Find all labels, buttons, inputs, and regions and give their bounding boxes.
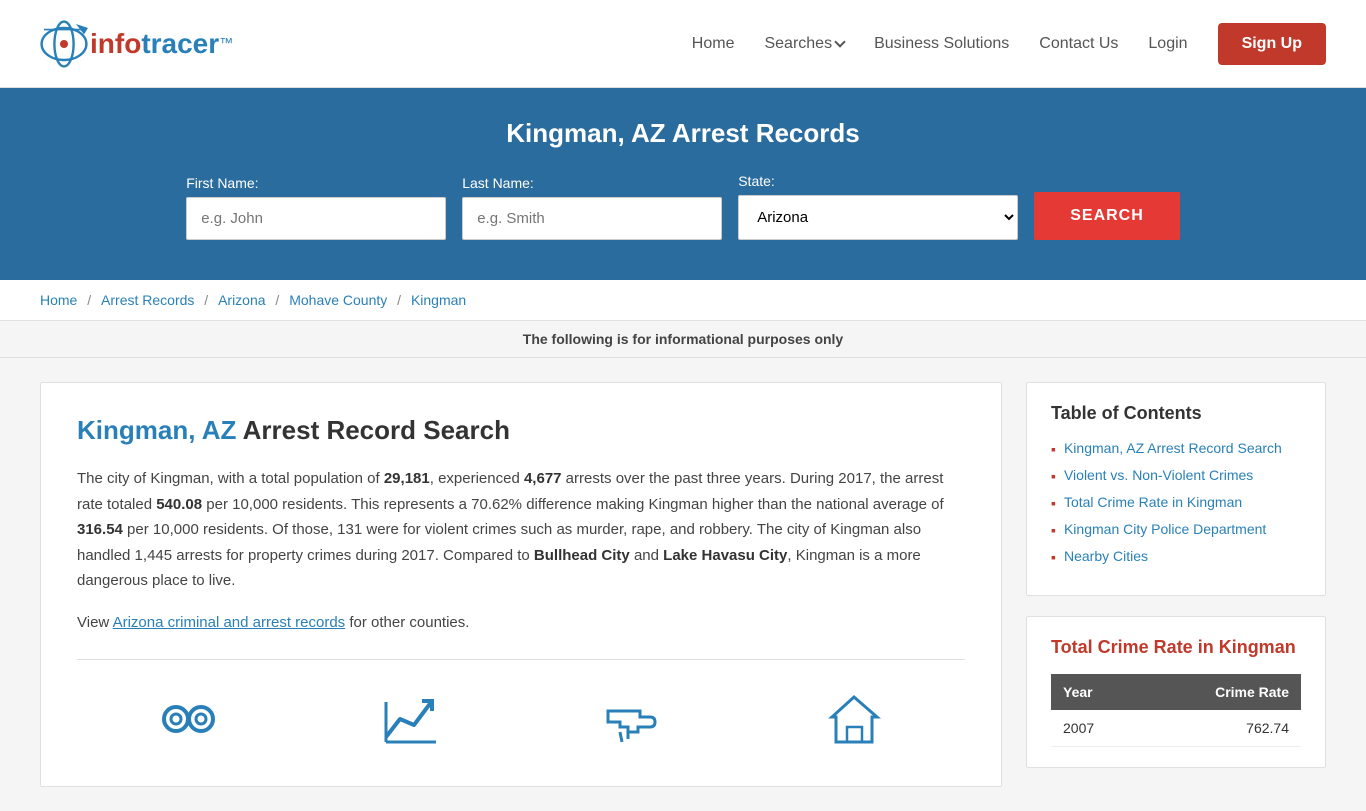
icon-handcuffs (153, 684, 223, 754)
last-name-label: Last Name: (462, 175, 534, 191)
sidebar: Table of Contents Kingman, AZ Arrest Rec… (1026, 382, 1326, 787)
icon-chart (375, 684, 445, 754)
breadcrumb-sep-1: / (87, 292, 95, 308)
toc-list: Kingman, AZ Arrest Record Search Violent… (1051, 440, 1301, 565)
search-form: First Name: Last Name: State: Alabama Al… (40, 173, 1326, 240)
nav-contact-us[interactable]: Contact Us (1039, 35, 1118, 53)
nav-searches[interactable]: Searches (764, 35, 844, 53)
toc-link-2[interactable]: Violent vs. Non-Violent Crimes (1064, 467, 1253, 483)
header: infotracer™ Home Searches Business Solut… (0, 0, 1366, 88)
content-area: Kingman, AZ Arrest Record Search The cit… (40, 382, 1002, 787)
crime-rate-heading: Total Crime Rate in Kingman (1051, 637, 1301, 658)
toc-item-1: Kingman, AZ Arrest Record Search (1051, 440, 1301, 457)
signup-button[interactable]: Sign Up (1218, 23, 1326, 65)
row-year: 2007 (1051, 710, 1141, 747)
breadcrumb-arrest-records[interactable]: Arrest Records (101, 292, 194, 308)
toc-item-3: Total Crime Rate in Kingman (1051, 494, 1301, 511)
breadcrumb-mohave-county[interactable]: Mohave County (289, 292, 387, 308)
breadcrumb-kingman[interactable]: Kingman (411, 292, 466, 308)
breadcrumb-arizona[interactable]: Arizona (218, 292, 265, 308)
icon-gun (597, 684, 667, 754)
icons-row (77, 659, 965, 754)
az-link-paragraph: View Arizona criminal and arrest records… (77, 610, 965, 636)
page-heading: Kingman, AZ Arrest Record Search (77, 415, 965, 446)
intro-paragraph: The city of Kingman, with a total popula… (77, 466, 965, 594)
breadcrumb-sep-2: / (204, 292, 212, 308)
crime-rate-box: Total Crime Rate in Kingman Year Crime R… (1026, 616, 1326, 768)
hero-section: Kingman, AZ Arrest Records First Name: L… (0, 88, 1366, 280)
crime-rate-table: Year Crime Rate 2007 762.74 (1051, 674, 1301, 747)
rate-value: 540.08 (156, 496, 202, 513)
first-name-group: First Name: (186, 175, 446, 240)
toc-link-4[interactable]: Kingman City Police Department (1064, 521, 1266, 537)
main-nav: Home Searches Business Solutions Contact… (692, 23, 1326, 65)
toc-link-3[interactable]: Total Crime Rate in Kingman (1064, 494, 1242, 510)
login-button[interactable]: Login (1148, 35, 1187, 53)
state-label: State: (738, 173, 775, 189)
last-name-input[interactable] (462, 197, 722, 240)
state-select[interactable]: Alabama Alaska Arizona Arkansas Californ… (738, 195, 1018, 240)
toc-item-4: Kingman City Police Department (1051, 521, 1301, 538)
nav-home[interactable]: Home (692, 35, 735, 53)
state-group: State: Alabama Alaska Arizona Arkansas C… (738, 173, 1018, 240)
az-criminal-link[interactable]: Arizona criminal and arrest records (113, 614, 346, 631)
col-rate-header: Crime Rate (1141, 674, 1301, 710)
breadcrumb-sep-3: / (275, 292, 283, 308)
nat-avg-value: 316.54 (77, 521, 123, 538)
heading-city: Kingman, AZ (77, 415, 236, 445)
logo: infotracer™ (40, 20, 233, 68)
toc-box: Table of Contents Kingman, AZ Arrest Rec… (1026, 382, 1326, 596)
population-value: 29,181 (384, 470, 430, 487)
breadcrumb-sep-4: / (397, 292, 405, 308)
first-name-label: First Name: (186, 175, 258, 191)
nav-business-solutions[interactable]: Business Solutions (874, 35, 1009, 53)
toc-item-5: Nearby Cities (1051, 548, 1301, 565)
table-row: 2007 762.74 (1051, 710, 1301, 747)
breadcrumb: Home / Arrest Records / Arizona / Mohave… (0, 280, 1366, 321)
icon-house (819, 684, 889, 754)
city2-value: Lake Havasu City (663, 547, 787, 564)
toc-item-2: Violent vs. Non-Violent Crimes (1051, 467, 1301, 484)
handcuffs-icon (153, 684, 223, 754)
logo-text: infotracer™ (90, 28, 233, 60)
search-button[interactable]: SEARCH (1034, 192, 1180, 240)
row-rate: 762.74 (1141, 710, 1301, 747)
logo-icon (40, 20, 88, 68)
house-icon (819, 684, 889, 754)
toc-link-1[interactable]: Kingman, AZ Arrest Record Search (1064, 440, 1282, 456)
main-layout: Kingman, AZ Arrest Record Search The cit… (0, 358, 1366, 811)
city1-value: Bullhead City (534, 547, 630, 564)
col-year-header: Year (1051, 674, 1141, 710)
chart-up-icon (375, 684, 445, 754)
hero-title: Kingman, AZ Arrest Records (40, 118, 1326, 149)
first-name-input[interactable] (186, 197, 446, 240)
gun-icon (597, 684, 667, 754)
toc-link-5[interactable]: Nearby Cities (1064, 548, 1148, 564)
toc-heading: Table of Contents (1051, 403, 1301, 424)
arrests-value: 4,677 (524, 470, 562, 487)
heading-rest: Arrest Record Search (236, 415, 510, 445)
searches-chevron-icon (834, 36, 845, 47)
last-name-group: Last Name: (462, 175, 722, 240)
breadcrumb-home[interactable]: Home (40, 292, 77, 308)
info-banner: The following is for informational purpo… (0, 321, 1366, 358)
